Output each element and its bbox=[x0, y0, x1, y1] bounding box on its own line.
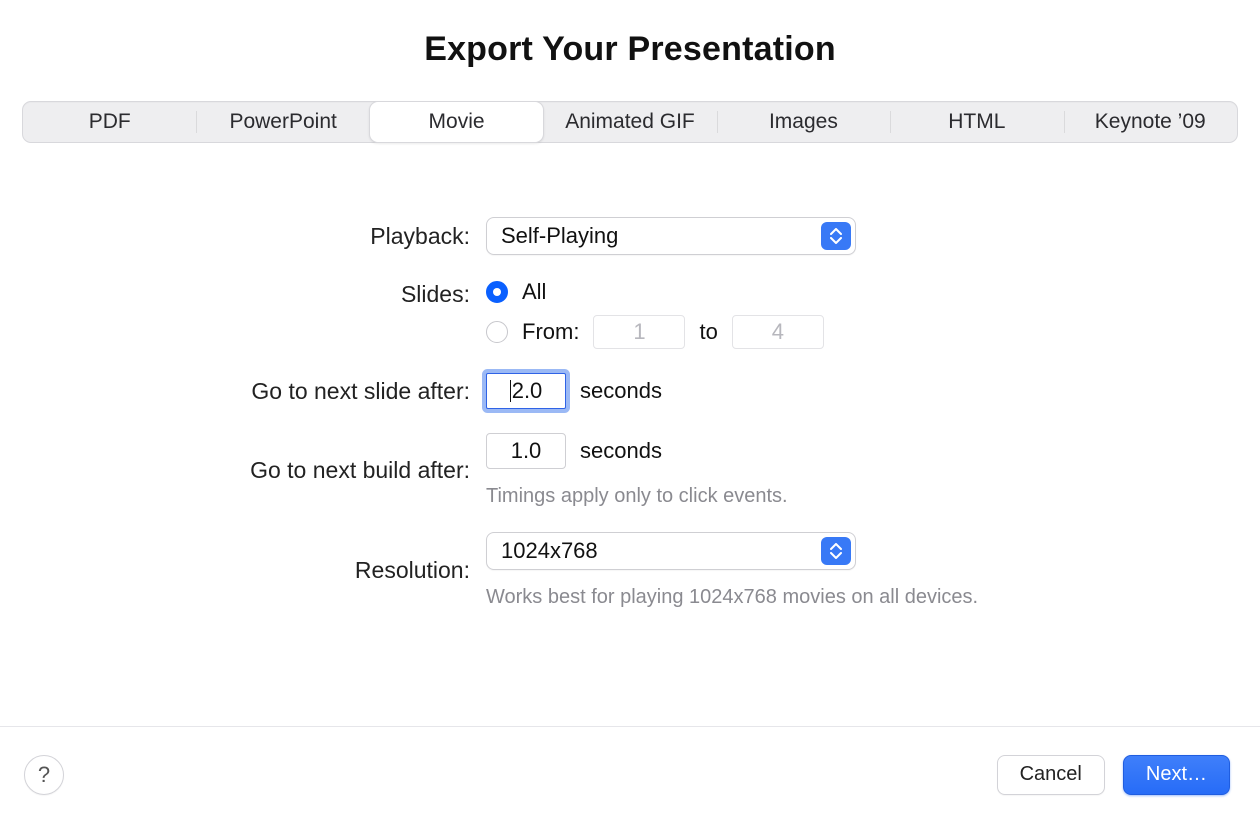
tab-label: Keynote ’09 bbox=[1095, 110, 1206, 134]
playback-value: Self-Playing bbox=[501, 223, 618, 249]
playback-select[interactable]: Self-Playing bbox=[486, 217, 856, 255]
resolution-hint: Works best for playing 1024x768 movies o… bbox=[486, 586, 1260, 609]
cancel-button[interactable]: Cancel bbox=[997, 755, 1105, 795]
help-icon: ? bbox=[38, 762, 50, 788]
next-label: Next… bbox=[1146, 763, 1207, 786]
slides-from-input[interactable]: 1 bbox=[593, 315, 685, 349]
tab-label: PDF bbox=[89, 110, 131, 134]
tab-label: PowerPoint bbox=[229, 110, 336, 134]
resolution-label: Resolution: bbox=[355, 557, 470, 584]
tab-label: Images bbox=[769, 110, 838, 134]
sheet-footer: ? Cancel Next… bbox=[0, 726, 1260, 822]
cancel-label: Cancel bbox=[1020, 763, 1082, 786]
resolution-select[interactable]: 1024x768 bbox=[486, 532, 856, 570]
tab-images[interactable]: Images bbox=[717, 102, 890, 142]
tab-label: HTML bbox=[948, 110, 1005, 134]
playback-label: Playback: bbox=[370, 223, 470, 250]
export-sheet: Export Your Presentation PDF PowerPoint … bbox=[0, 0, 1260, 822]
next-slide-input[interactable]: 2.0 bbox=[486, 373, 566, 409]
text-caret-icon bbox=[510, 380, 511, 402]
tab-movie[interactable]: Movie bbox=[369, 101, 544, 143]
resolution-value: 1024x768 bbox=[501, 538, 598, 564]
next-slide-label: Go to next slide after: bbox=[251, 378, 470, 405]
tab-pdf[interactable]: PDF bbox=[23, 102, 196, 142]
slides-from-label: From: bbox=[522, 319, 579, 345]
timings-hint: Timings apply only to click events. bbox=[486, 485, 1260, 508]
help-button[interactable]: ? bbox=[24, 755, 64, 795]
up-down-chevron-icon bbox=[821, 537, 851, 565]
next-slide-value: 2.0 bbox=[512, 378, 543, 404]
next-button[interactable]: Next… bbox=[1123, 755, 1230, 795]
next-build-value: 1.0 bbox=[511, 438, 542, 464]
tab-label: Animated GIF bbox=[565, 110, 695, 134]
tab-powerpoint[interactable]: PowerPoint bbox=[196, 102, 369, 142]
slides-label: Slides: bbox=[401, 281, 470, 308]
seconds-unit: seconds bbox=[580, 438, 662, 464]
slides-to-value: 4 bbox=[772, 319, 784, 345]
tab-animated-gif[interactable]: Animated GIF bbox=[543, 102, 716, 142]
tab-html[interactable]: HTML bbox=[890, 102, 1063, 142]
tab-keynote09[interactable]: Keynote ’09 bbox=[1064, 102, 1237, 142]
slides-to-label: to bbox=[699, 319, 717, 345]
format-tabs: PDF PowerPoint Movie Animated GIF Images… bbox=[22, 101, 1238, 143]
next-build-label: Go to next build after: bbox=[250, 457, 470, 484]
tab-label: Movie bbox=[429, 110, 485, 134]
slides-all-radio[interactable] bbox=[486, 281, 508, 303]
sheet-title: Export Your Presentation bbox=[0, 30, 1260, 69]
seconds-unit: seconds bbox=[580, 378, 662, 404]
movie-export-form: Playback: Self-Playing Slides: All From:… bbox=[0, 217, 1260, 609]
footer-actions: Cancel Next… bbox=[997, 755, 1230, 795]
slides-from-value: 1 bbox=[633, 319, 645, 345]
slides-range-radio[interactable] bbox=[486, 321, 508, 343]
slides-to-input[interactable]: 4 bbox=[732, 315, 824, 349]
slides-all-label: All bbox=[522, 279, 546, 305]
up-down-chevron-icon bbox=[821, 222, 851, 250]
next-build-input[interactable]: 1.0 bbox=[486, 433, 566, 469]
